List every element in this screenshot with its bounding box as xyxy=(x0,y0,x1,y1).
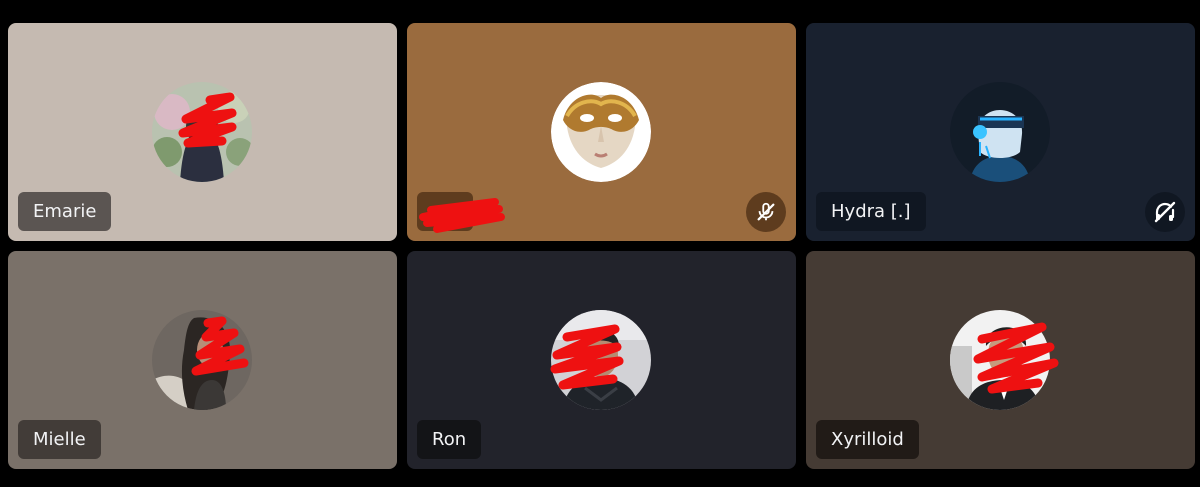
participant-name: Xyrilloid xyxy=(816,420,919,459)
participant-name: Mielle xyxy=(18,420,101,459)
participant-tile-hydra[interactable]: Hydra [.] xyxy=(806,23,1195,241)
avatar xyxy=(950,82,1050,182)
participant-name: Hydra [.] xyxy=(816,192,926,231)
participant-name: Emarie xyxy=(18,192,112,231)
mic-off-icon xyxy=(746,192,786,232)
participant-tile-emarie[interactable]: Emarie xyxy=(8,23,397,241)
avatar xyxy=(152,82,252,182)
avatar xyxy=(551,310,651,410)
participant-tile-mielle[interactable]: Mielle xyxy=(8,251,397,469)
participant-tile-ron[interactable]: Ron xyxy=(407,251,796,469)
avatar xyxy=(950,310,1050,410)
deafened-icon xyxy=(1145,192,1185,232)
participant-tile-redacted[interactable] xyxy=(407,23,796,241)
avatar xyxy=(152,310,252,410)
participant-tile-xyrilloid[interactable]: Xyrilloid xyxy=(806,251,1195,469)
participant-name: Ron xyxy=(417,420,482,459)
redaction-scribble xyxy=(419,198,505,233)
